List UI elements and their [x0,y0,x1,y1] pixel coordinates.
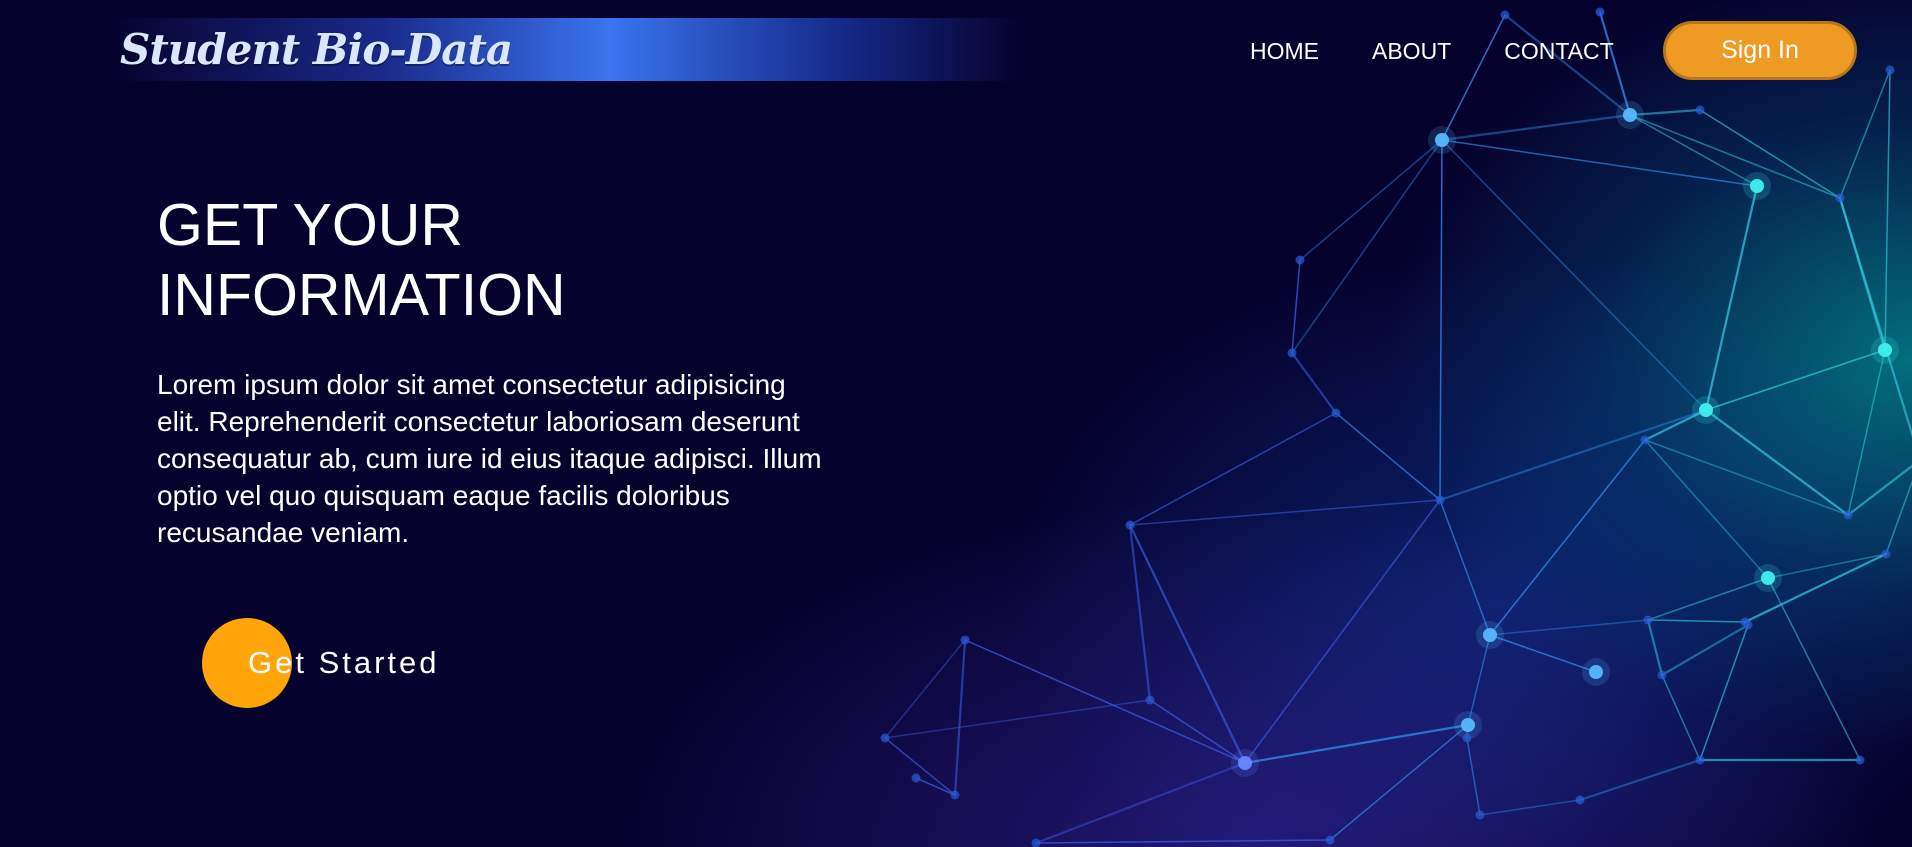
network-node [1695,755,1705,765]
network-node [1125,520,1135,530]
network-node [1595,7,1605,17]
network-node [1695,105,1705,115]
network-node [1643,615,1653,625]
network-link [1647,619,1746,623]
network-node [911,773,921,783]
network-link [1439,139,1443,501]
network-node [1740,617,1750,627]
hero-title: GET YOUR INFORMATION [157,190,857,330]
hero-title-line-1: GET YOUR [157,192,464,258]
network-link [915,777,956,796]
network-link [1129,499,1441,526]
network-link [1035,839,1331,844]
network-link [1129,412,1337,526]
network-node [1462,733,1472,743]
network-node [1295,255,1305,265]
network-link [1660,623,1750,677]
network-node-glow [1692,396,1720,424]
network-link [1646,618,1664,677]
network-node [1575,795,1585,805]
network-node [1500,10,1510,20]
network-link [1489,619,1649,636]
network-link [1644,439,1849,516]
network-link [1705,349,1886,411]
network-link [1466,737,1481,816]
network-link [1644,439,1769,579]
network-node [1331,408,1341,418]
network-node-glow [1743,172,1771,200]
network-link [1291,139,1443,354]
network-link [1441,139,1707,411]
network-link [1128,523,1247,765]
network-link [1290,351,1338,415]
landing-page: Student Bio-Data HOME ABOUT CONTACT Sign… [0,0,1912,847]
network-link [1884,69,1891,351]
network-link [1438,408,1708,502]
network-node [1855,755,1865,765]
network-node [1835,193,1845,203]
network-link [964,639,1246,764]
network-node-glow [1231,749,1259,777]
get-started-button[interactable]: Get Started [202,618,502,708]
network-link [1839,69,1891,199]
network-node-glow [1754,564,1782,592]
network-link [1885,479,1912,555]
network-link [1440,113,1632,142]
network-node [1325,835,1335,845]
network-node [880,733,890,743]
network-link [1489,634,1597,673]
network-node [950,790,960,800]
network-node [960,635,970,645]
brand-logo[interactable]: Student Bio-Data [120,22,513,78]
network-link [884,737,956,796]
hero-title-line-2: INFORMATION [157,262,566,328]
network-link [1439,499,1491,636]
network-node [1435,495,1445,505]
network-link [1767,553,1887,579]
network-link [1629,114,1758,187]
network-link [1489,439,1646,636]
network-link [1329,724,1469,841]
network-link [884,699,1151,739]
network-link [1647,577,1769,621]
network-link [1704,184,1759,412]
hero-description: Lorem ipsum dolor sit amet consectetur a… [157,369,822,548]
network-node-glow [1428,126,1456,154]
network-link [1335,412,1441,501]
network-node [1475,810,1485,820]
network-link [1578,758,1702,802]
main-nav: HOME ABOUT CONTACT [1250,30,1667,72]
network-node [1657,670,1667,680]
network-node [1287,348,1297,358]
nav-contact-link[interactable]: CONTACT [1504,30,1613,72]
network-link [1699,624,1749,761]
network-node [1881,549,1891,559]
network-link [1767,577,1861,761]
network-node-glow [1871,336,1899,364]
network-node-glow [1616,101,1644,129]
network-node [1640,435,1650,445]
network-link [1479,799,1581,816]
network-link [1244,499,1441,764]
nav-about-link[interactable]: ABOUT [1372,30,1451,72]
network-node-glow [1476,621,1504,649]
network-link [1034,761,1247,845]
network-link [1629,114,1841,199]
nav-home-link[interactable]: HOME [1250,30,1319,72]
network-node [1145,695,1155,705]
network-link [1291,259,1301,354]
network-link [884,639,966,739]
network-link [1704,408,1850,517]
network-link [1243,723,1470,765]
network-node [1885,65,1895,75]
network-node [1843,510,1853,520]
network-link [1661,674,1701,761]
get-started-label: Get Started [248,645,440,680]
network-link [953,638,967,797]
sign-in-button[interactable]: Sign In [1663,21,1857,80]
network-node [1031,838,1041,847]
network-node-glow [1582,658,1610,686]
network-link [1128,523,1152,702]
